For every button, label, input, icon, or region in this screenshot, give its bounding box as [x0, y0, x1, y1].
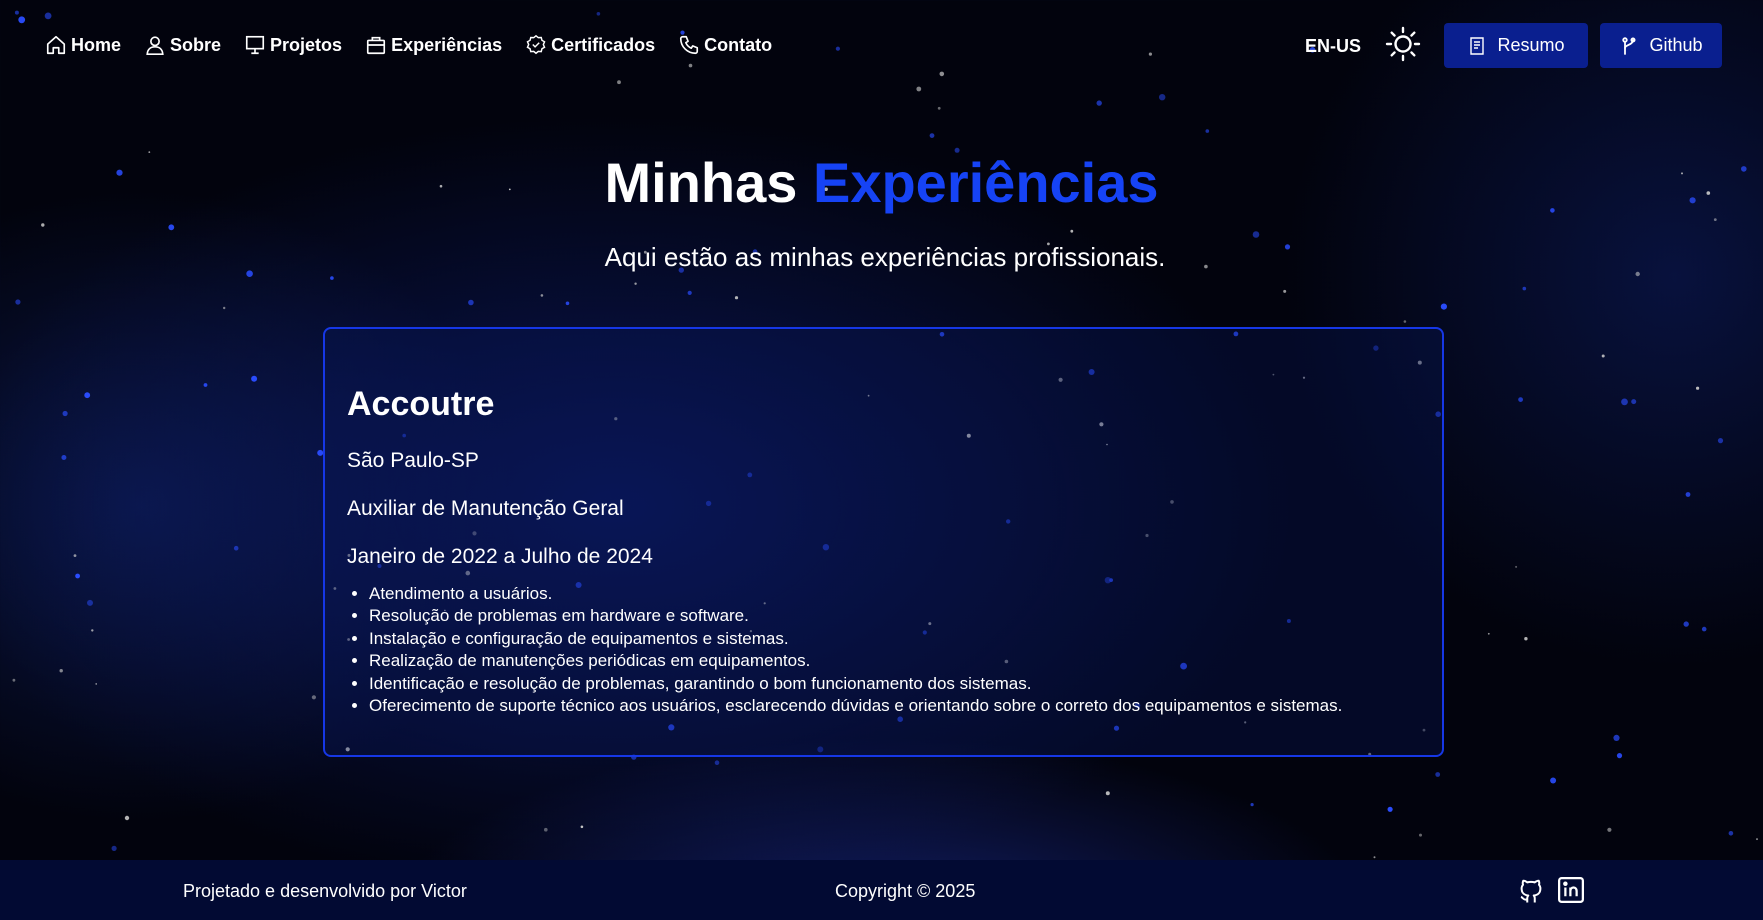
company-name: Accoutre	[347, 385, 495, 423]
task-item: Atendimento a usuários.	[369, 583, 1342, 605]
github-button-label: Github	[1649, 35, 1703, 55]
badge-icon	[526, 34, 546, 55]
job-period: Janeiro de 2022 a Julho de 2024	[347, 545, 653, 568]
task-item: Resolução de problemas em hardware e sof…	[369, 605, 1342, 627]
document-icon	[1470, 36, 1485, 55]
footer-credit: Projetado e desenvolvido por Victor	[183, 881, 467, 901]
nav-projetos-label: Projetos	[270, 34, 343, 55]
briefcase-icon	[366, 36, 386, 55]
page-subtitle: Aqui estão as minhas experiências profis…	[604, 242, 1166, 272]
nav-home-label: Home	[71, 34, 122, 55]
nav-sobre-label: Sobre	[170, 34, 222, 55]
task-list: Atendimento a usuários. Resolução de pro…	[347, 583, 1342, 717]
nav-experiencias-label: Experiências	[391, 34, 503, 55]
job-role: Auxiliar de Manutenção Geral	[347, 497, 624, 520]
footer: Projetado e desenvolvido por Victor Copy…	[0, 860, 1763, 920]
task-item: Oferecimento de suporte técnico aos usuá…	[369, 695, 1342, 717]
user-icon	[146, 36, 164, 55]
phone-icon	[680, 35, 699, 55]
nav-contato-label: Contato	[704, 34, 773, 55]
github-button[interactable]: Github	[1600, 23, 1722, 68]
page-title-plain: Minhas	[604, 151, 798, 214]
footer-copyright: Copyright © 2025	[835, 881, 976, 901]
nav-certificados[interactable]: Certificados	[525, 34, 655, 56]
nav-home[interactable]: Home	[45, 34, 121, 56]
nav-certificados-label: Certificados	[551, 34, 656, 55]
top-navbar: Home Sobre Projetos Experiências Certifi…	[0, 0, 1763, 92]
nav-experiencias[interactable]: Experiências	[365, 34, 502, 56]
sun-icon[interactable]	[1385, 26, 1421, 62]
resume-button[interactable]: Resumo	[1444, 23, 1588, 68]
page-title: Minhas Experiências	[0, 150, 1763, 215]
language-toggle[interactable]: EN-US	[1305, 36, 1361, 57]
monitor-icon	[245, 35, 265, 55]
company-location: São Paulo-SP	[347, 449, 479, 472]
resume-button-label: Resumo	[1497, 35, 1565, 55]
home-icon	[46, 35, 66, 55]
github-icon[interactable]	[1516, 875, 1546, 905]
nav-projetos[interactable]: Projetos	[244, 34, 342, 56]
nav-contato[interactable]: Contato	[678, 34, 772, 56]
task-item: Realização de manutenções periódicas em …	[369, 650, 1342, 672]
task-item: Identificação e resolução de problemas, …	[369, 673, 1342, 695]
experience-card: Accoutre São Paulo-SP Auxiliar de Manute…	[323, 327, 1444, 757]
nav-sobre[interactable]: Sobre	[144, 34, 221, 56]
linkedin-icon[interactable]	[1556, 875, 1586, 905]
task-item: Instalação e configuração de equipamento…	[369, 628, 1342, 650]
page-title-accent: Experiências	[812, 151, 1159, 214]
git-branch-icon	[1622, 36, 1636, 55]
nav-links: Home Sobre Projetos Experiências Certifi…	[45, 34, 795, 56]
